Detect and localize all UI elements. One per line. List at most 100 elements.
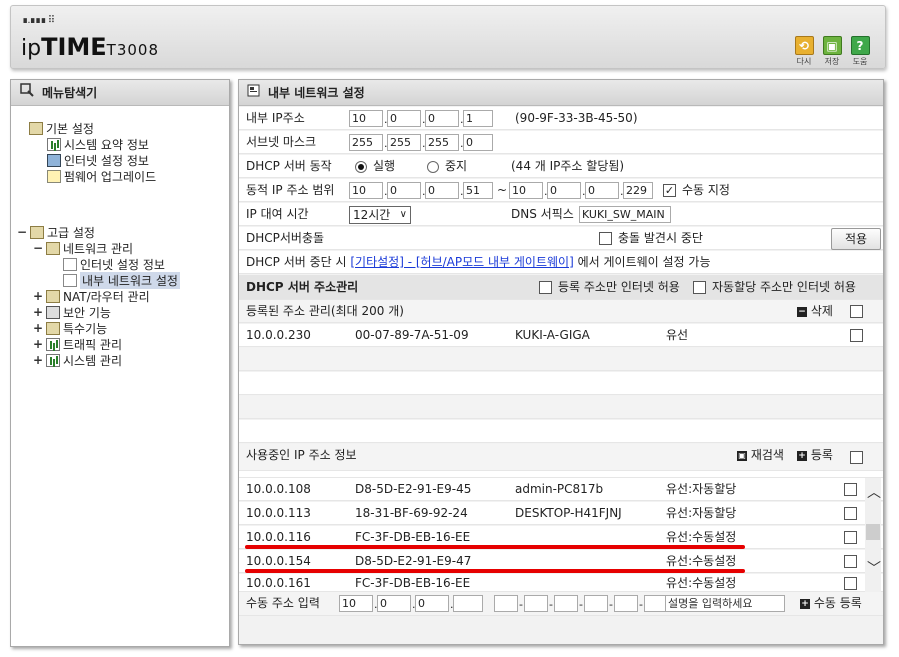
range-end-octet-2[interactable]: 0 bbox=[547, 182, 581, 199]
in-use-select-all-checkbox[interactable] bbox=[850, 451, 863, 464]
apply-button[interactable]: 적용 bbox=[831, 228, 881, 250]
rescan-button[interactable]: ▣ 재검색 bbox=[737, 444, 784, 467]
in-use-row-checkbox[interactable] bbox=[844, 531, 857, 544]
subnet-octet-4[interactable]: 0 bbox=[463, 134, 493, 151]
in-use-name: admin-PC817b bbox=[515, 482, 604, 496]
register-label: 등록 bbox=[810, 448, 833, 462]
tree-network-management[interactable]: − 네트워크 관리 bbox=[33, 240, 133, 256]
range-end-octet-3[interactable]: 0 bbox=[585, 182, 619, 199]
lease-time-value: 12시간 bbox=[353, 208, 391, 222]
registered-row-checkbox[interactable] bbox=[850, 329, 863, 342]
minus-icon: − bbox=[797, 306, 807, 317]
manual-mac-4[interactable] bbox=[584, 595, 608, 612]
scroll-up-icon[interactable]: ︿ bbox=[867, 482, 881, 502]
in-use-row: 10.0.0.113 18-31-BF-69-92-24 DESKTOP-H41… bbox=[239, 502, 883, 525]
internal-ip-octet-3[interactable]: 0 bbox=[425, 110, 459, 127]
in-use-scrollbar[interactable]: ︿ ﹀ bbox=[865, 478, 881, 592]
save-button[interactable]: ▣ 저장 bbox=[821, 36, 843, 67]
auto-only-label: 자동할당 주소만 인터넷 허용 bbox=[712, 280, 856, 294]
manual-mac-3[interactable] bbox=[554, 595, 578, 612]
gateway-settings-link[interactable]: [기타설정] - [허브/AP모드 내부 게이트웨이] bbox=[350, 255, 573, 269]
dhcp-on-radio[interactable] bbox=[355, 161, 367, 173]
traffic-icon bbox=[46, 337, 60, 351]
registered-select-all-checkbox[interactable] bbox=[850, 305, 863, 318]
tree-item-network-internet-info[interactable]: 인터넷 설정 정보 bbox=[63, 256, 165, 272]
undo-button[interactable]: ⟲ 다시 bbox=[793, 36, 815, 67]
help-icon: ? bbox=[850, 36, 870, 55]
tree-special-functions[interactable]: + 특수기능 bbox=[33, 320, 107, 336]
internal-ip-octet-4[interactable]: 1 bbox=[463, 110, 493, 127]
scroll-thumb[interactable] bbox=[866, 524, 880, 540]
in-use-row-checkbox[interactable] bbox=[844, 483, 857, 496]
range-start-octet-3[interactable]: 0 bbox=[425, 182, 459, 199]
lease-label: IP 대여 시간 bbox=[246, 207, 309, 221]
logo-dots: ∎.∎∎∎ ⠿ bbox=[22, 15, 55, 26]
tree-item-firmware-upgrade[interactable]: 펌웨어 업그레이드 bbox=[47, 168, 156, 184]
subnet-octet-1[interactable]: 255 bbox=[349, 134, 383, 151]
tree-item-internet-info[interactable]: 인터넷 설정 정보 bbox=[47, 152, 149, 168]
in-use-row-checkbox[interactable] bbox=[844, 555, 857, 568]
range-start-octet-2[interactable]: 0 bbox=[387, 182, 421, 199]
description-input[interactable]: 설명을 입력하세요 bbox=[665, 595, 785, 612]
internal-ip-octet-2[interactable]: 0 bbox=[387, 110, 421, 127]
conflict-row: DHCP서버충돌 충돌 발견시 중단 적용 bbox=[239, 227, 883, 250]
in-use-row-checkbox[interactable] bbox=[844, 577, 857, 590]
expand-icon[interactable]: + bbox=[33, 337, 43, 351]
lease-time-select[interactable]: 12시간 ∨ bbox=[349, 206, 411, 224]
range-end-octet-4[interactable]: 229 bbox=[623, 182, 653, 199]
manual-ip-octet-3[interactable]: 0 bbox=[415, 595, 449, 612]
range-start-octet-1[interactable]: 10 bbox=[349, 182, 383, 199]
manual-ip-octet-2[interactable]: 0 bbox=[377, 595, 411, 612]
dns-suffix-input[interactable]: KUKI_SW_MAIN bbox=[579, 206, 671, 223]
tree-nat-router[interactable]: + NAT/라우터 관리 bbox=[33, 288, 150, 304]
manual-mac-5[interactable] bbox=[614, 595, 638, 612]
manual-assign-checkbox[interactable]: ✓ bbox=[663, 184, 676, 197]
expand-icon[interactable]: + bbox=[33, 305, 43, 319]
tree-basic-settings[interactable]: 기본 설정 bbox=[29, 120, 94, 136]
manual-ip-octet-1[interactable]: 10 bbox=[339, 595, 373, 612]
tree-advanced-settings[interactable]: − 고급 설정 bbox=[17, 224, 95, 240]
expand-icon[interactable]: + bbox=[33, 353, 43, 367]
delete-button[interactable]: − 삭제 bbox=[797, 300, 833, 323]
expand-icon[interactable]: + bbox=[33, 289, 43, 303]
allocated-count: (44 개 IP주소 할당됨) bbox=[511, 159, 625, 173]
expand-icon[interactable]: + bbox=[33, 321, 43, 335]
tree-security[interactable]: + 보안 기능 bbox=[33, 304, 111, 320]
folder-icon bbox=[29, 121, 43, 135]
collapse-icon[interactable]: − bbox=[17, 225, 27, 239]
dhcp-off-radio[interactable] bbox=[427, 161, 439, 173]
tree-label: 보안 기능 bbox=[63, 305, 111, 320]
auto-only-checkbox[interactable] bbox=[693, 281, 706, 294]
subnet-label: 서브넷 마스크 bbox=[246, 135, 317, 149]
register-button[interactable]: + 등록 bbox=[797, 444, 833, 467]
manual-register-button[interactable]: + 수동 등록 bbox=[800, 592, 862, 615]
tree-item-system-summary[interactable]: 시스템 요약 정보 bbox=[47, 136, 149, 152]
manual-ip-octet-4[interactable] bbox=[453, 595, 483, 612]
registered-only-checkbox[interactable] bbox=[539, 281, 552, 294]
chart-icon bbox=[47, 137, 61, 151]
help-button[interactable]: ? 도움 bbox=[849, 36, 871, 67]
monitor-icon bbox=[47, 153, 61, 167]
in-use-ip: 10.0.0.113 bbox=[246, 506, 311, 520]
collapse-icon[interactable]: − bbox=[33, 241, 43, 255]
internal-network-panel: 내부 네트워크 설정 내부 IP주소 10 . 0 . 0 . 1 (90-9F… bbox=[238, 79, 884, 645]
range-end-octet-1[interactable]: 10 bbox=[509, 182, 543, 199]
subnet-octet-2[interactable]: 255 bbox=[387, 134, 421, 151]
subnet-octet-3[interactable]: 255 bbox=[425, 134, 459, 151]
dhcp-off-label: 중지 bbox=[445, 159, 468, 173]
internal-ip-octet-1[interactable]: 10 bbox=[349, 110, 383, 127]
in-use-row-checkbox[interactable] bbox=[844, 507, 857, 520]
range-start-octet-4[interactable]: 51 bbox=[463, 182, 493, 199]
manual-mac-2[interactable] bbox=[524, 595, 548, 612]
tree-label: 네트워크 관리 bbox=[63, 241, 134, 256]
conflict-stop-checkbox[interactable] bbox=[599, 232, 612, 245]
scroll-down-icon[interactable]: ﹀ bbox=[867, 558, 881, 578]
manual-mac-1[interactable] bbox=[494, 595, 518, 612]
dynamic-range-label: 동적 IP 주소 범위 bbox=[246, 183, 335, 197]
save-icon: ▣ bbox=[822, 36, 842, 55]
menu-explorer-label: 메뉴탐색기 bbox=[42, 85, 98, 100]
tree-item-internal-network[interactable]: 내부 네트워크 설정 bbox=[63, 271, 180, 289]
tree-traffic[interactable]: + 트래픽 관리 bbox=[33, 336, 122, 352]
tree-system[interactable]: + 시스템 관리 bbox=[33, 352, 122, 368]
panel-title-label: 내부 네트워크 설정 bbox=[268, 85, 365, 100]
